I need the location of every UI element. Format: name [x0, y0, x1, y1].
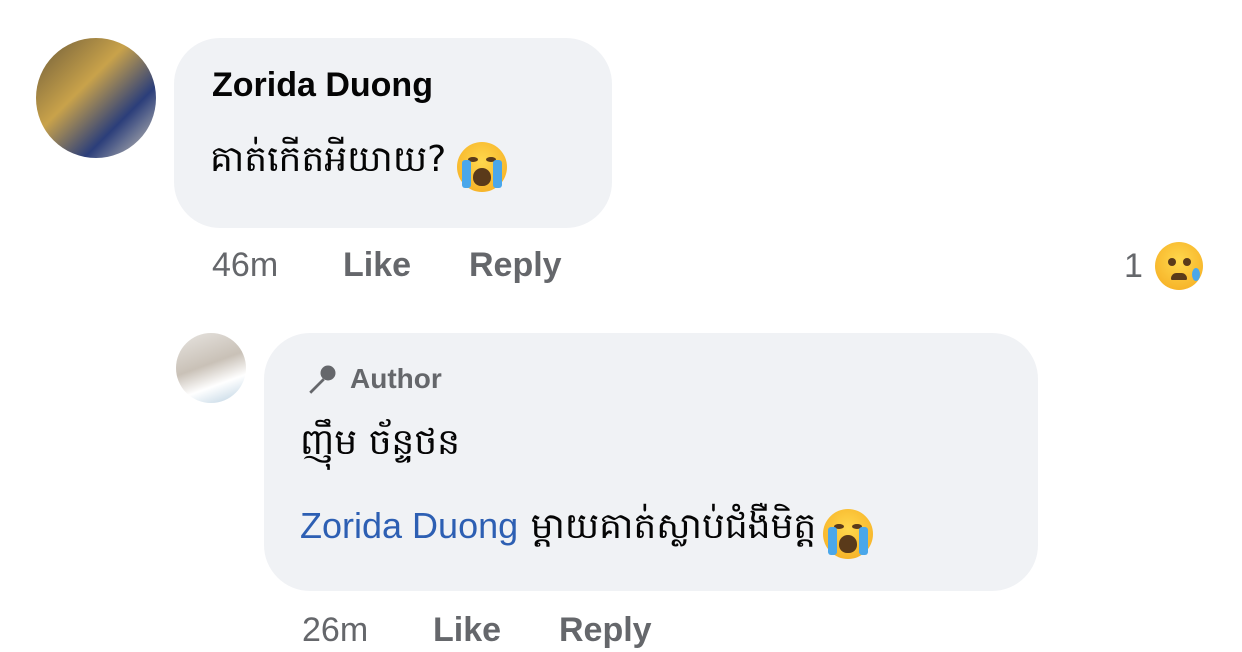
loudly-crying-face-icon [456, 141, 507, 192]
reaction-count: 1 [1124, 246, 1143, 285]
comment-timestamp[interactable]: 46m [212, 246, 278, 285]
reply-author-name[interactable]: ញ៉ឹម ច័ន្ទថន [300, 419, 460, 472]
reply-timestamp[interactable]: 26m [302, 611, 368, 650]
reply-text: ម្ដាយគាត់ស្លាប់ជំងឺមិត្ត [530, 506, 817, 547]
comment-text: គាត់កើតអីយាយ? [210, 139, 447, 180]
mention-link[interactable]: Zorida Duong [300, 505, 518, 546]
reply-bubble: Author ញ៉ឹម ច័ន្ទថន Zorida Duong ម្ដាយគា… [264, 333, 1038, 591]
comment-bubble: Zorida Duong គាត់កើតអីយាយ? [174, 38, 612, 228]
author-avatar[interactable] [176, 333, 246, 403]
reply-like-button[interactable]: Like [433, 611, 501, 650]
comment-like-button[interactable]: Like [343, 246, 411, 285]
microphone-icon [309, 365, 336, 394]
commenter-avatar[interactable] [36, 38, 156, 158]
comment-reply-button[interactable]: Reply [469, 246, 562, 285]
sad-but-relieved-face-icon [1154, 242, 1203, 290]
comment-author-name[interactable]: Zorida Duong [212, 66, 433, 105]
comment-text-row: គាត់កើតអីយាយ? [210, 136, 507, 192]
author-badge: Author [304, 361, 442, 397]
reply-reply-button[interactable]: Reply [559, 611, 652, 650]
loudly-crying-face-icon [822, 508, 873, 559]
author-badge-label: Author [350, 363, 442, 394]
reaction-summary[interactable]: 1 [1124, 242, 1203, 290]
reply-text-row: Zorida Duong ម្ដាយគាត់ស្លាប់ជំងឺមិត្ត [300, 503, 873, 559]
